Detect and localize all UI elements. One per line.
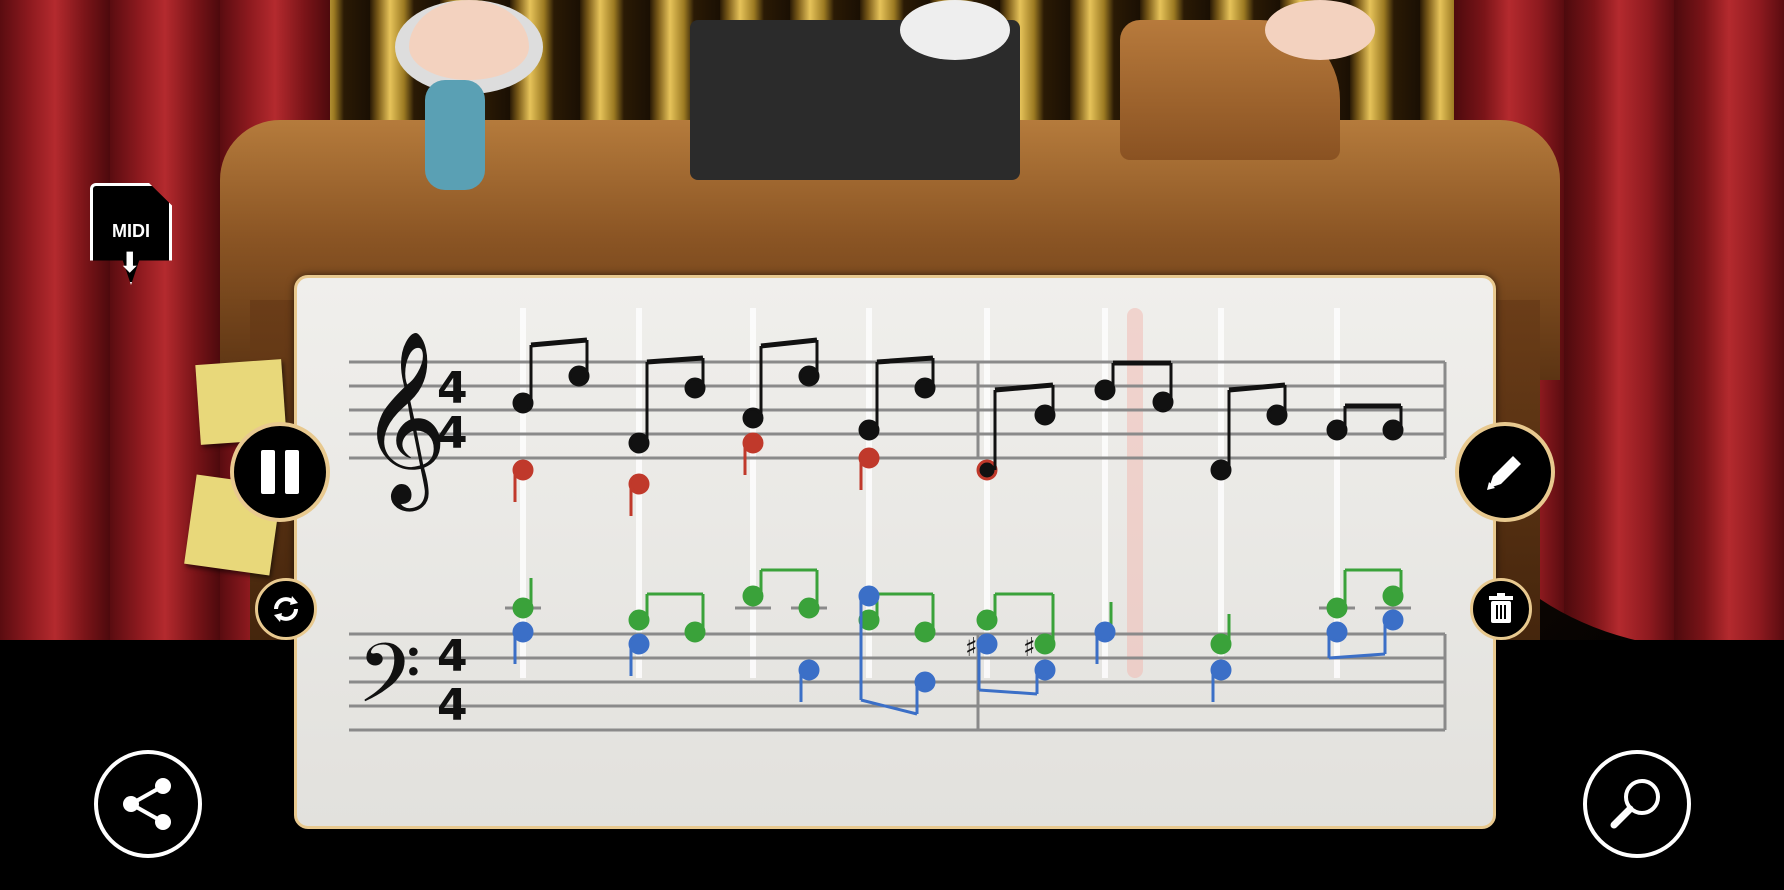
score-canvas: 𝄞 𝄢 4 4 4 4 ♯ ♯ xyxy=(349,308,1447,742)
bass-staff xyxy=(349,632,1447,732)
bass-time-bottom: 4 xyxy=(437,680,468,731)
share-icon xyxy=(123,778,171,830)
organist-character xyxy=(900,0,1010,60)
magnifier-icon xyxy=(1610,779,1660,829)
trash-icon xyxy=(1489,593,1513,623)
share-button[interactable] xyxy=(94,750,202,858)
edit-button[interactable] xyxy=(1455,422,1555,522)
loop-icon xyxy=(274,596,298,622)
pause-icon-bar xyxy=(285,450,299,494)
pause-button[interactable] xyxy=(230,422,330,522)
bass-time-top: 4 xyxy=(437,631,468,682)
bass-clef-icon: 𝄢 xyxy=(357,625,421,742)
loop-button[interactable] xyxy=(255,578,317,640)
zoom-button[interactable] xyxy=(1583,750,1691,858)
pause-icon xyxy=(261,450,275,494)
treble-clef-icon: 𝄞 xyxy=(359,330,448,512)
treble-time-top: 4 xyxy=(437,363,468,414)
score-panel[interactable]: 𝄞 𝄢 4 4 4 4 ♯ ♯ xyxy=(294,275,1496,829)
pianist-character xyxy=(1265,0,1375,60)
delete-button[interactable] xyxy=(1470,578,1532,640)
violinist-body xyxy=(425,80,485,190)
sharp-accidental-1: ♯ xyxy=(965,633,978,663)
treble-time-bottom: 4 xyxy=(437,408,468,459)
sharp-accidental-2: ♯ xyxy=(1023,633,1036,663)
pencil-icon xyxy=(1487,456,1521,490)
midi-label: MIDI xyxy=(112,221,150,241)
midi-download-button[interactable]: MIDI ⬇ xyxy=(90,183,172,285)
red-voice-notes[interactable] xyxy=(512,432,880,516)
download-arrow-icon: ⬇ xyxy=(118,247,142,278)
